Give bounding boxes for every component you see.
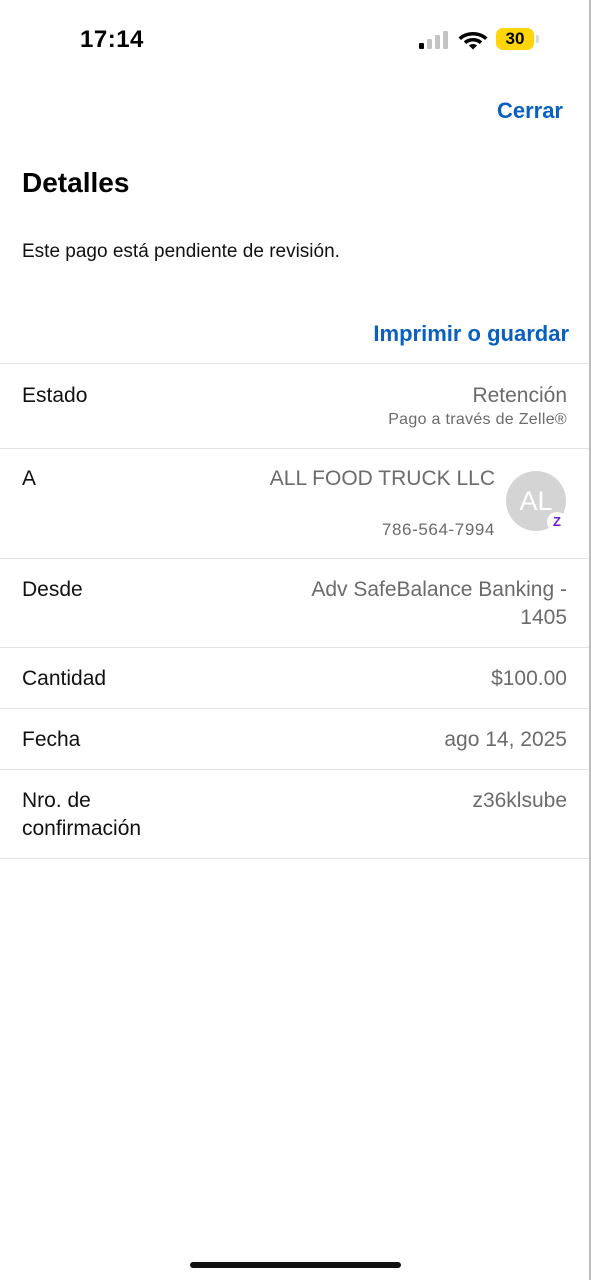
- amount-label: Cantidad: [22, 667, 107, 690]
- confirmation-number: z36klsube: [472, 789, 567, 812]
- payment-method-note: Pago a través de Zelle®: [388, 411, 567, 428]
- cellular-signal-icon: [419, 31, 448, 49]
- status-time: 17:14: [80, 26, 144, 53]
- from-account: Adv SafeBalance Banking - 1405: [311, 578, 567, 629]
- from-label: Desde: [22, 578, 83, 601]
- date-value: ago 14, 2025: [444, 728, 567, 751]
- pending-review-notice: Este pago está pendiente de revisión.: [22, 241, 340, 262]
- date-label: Fecha: [22, 728, 81, 751]
- detail-row-status: Estado Retención Pago a través de Zelle®: [0, 364, 589, 449]
- detail-row-recipient: A ALL FOOD TRUCK LLC 786-564-7994 AL Z: [0, 449, 589, 559]
- print-or-save-button[interactable]: Imprimir o guardar: [373, 321, 569, 347]
- wifi-icon: [458, 32, 488, 50]
- close-button[interactable]: Cerrar: [497, 98, 563, 124]
- home-indicator[interactable]: [190, 1262, 401, 1268]
- battery-indicator: 30: [496, 28, 540, 50]
- recipient-name: ALL FOOD TRUCK LLC: [269, 467, 495, 490]
- detail-row-confirmation: Nro. de confirmación z36klsube: [0, 770, 589, 859]
- page-title: Detalles: [22, 167, 130, 198]
- recipient-phone: 786-564-7994: [381, 520, 495, 539]
- confirmation-label: Nro. de confirmación: [22, 789, 142, 840]
- status-label: Estado: [22, 384, 88, 407]
- recipient-label: A: [22, 467, 37, 490]
- payment-details-screen: 17:14 30 Cerrar Detalles Este pago está …: [0, 0, 591, 1280]
- status-bar: 17:14 30: [0, 0, 591, 80]
- battery-body: 30: [496, 28, 534, 50]
- details-list: Estado Retención Pago a través de Zelle®…: [0, 363, 589, 859]
- status-value: Retención: [472, 384, 567, 407]
- amount-value: $100.00: [491, 667, 567, 690]
- battery-percentage: 30: [505, 29, 525, 48]
- battery-tip: [536, 35, 539, 43]
- detail-row-from: Desde Adv SafeBalance Banking - 1405: [0, 559, 589, 648]
- detail-row-amount: Cantidad $100.00: [0, 648, 589, 709]
- zelle-icon: Z: [547, 512, 567, 532]
- detail-row-date: Fecha ago 14, 2025: [0, 709, 589, 770]
